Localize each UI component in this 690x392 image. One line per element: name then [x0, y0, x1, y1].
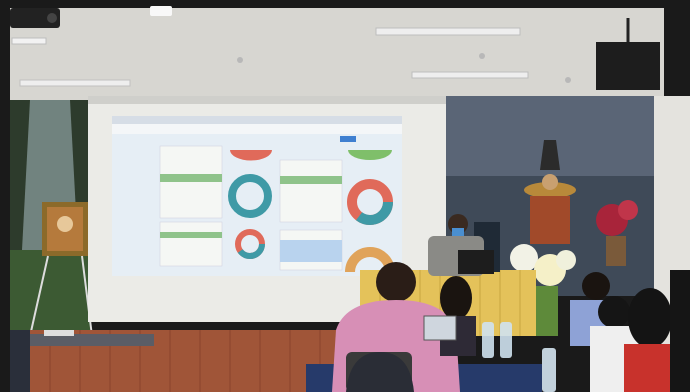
ceiling-light-panel	[411, 71, 529, 79]
ceiling-spot	[237, 57, 243, 63]
projected-slide	[112, 116, 402, 276]
projector-icon	[10, 8, 60, 28]
ceiling-spot	[565, 77, 571, 83]
laptop-icon	[458, 250, 494, 274]
paper-stack	[44, 330, 74, 336]
ceiling-light	[150, 6, 172, 16]
scene-svg	[0, 0, 690, 392]
screen-housing	[88, 96, 458, 104]
left-plants	[10, 250, 90, 340]
ceiling-light-panel	[19, 79, 131, 87]
ceiling-spot	[479, 53, 485, 59]
meeting-room-photo	[0, 0, 690, 392]
chair-left	[10, 330, 30, 392]
laptop-icon	[423, 315, 457, 341]
ceiling-light-panel	[375, 27, 521, 36]
ceiling-light-panel	[11, 37, 47, 45]
foreground-person-edge	[670, 270, 690, 392]
